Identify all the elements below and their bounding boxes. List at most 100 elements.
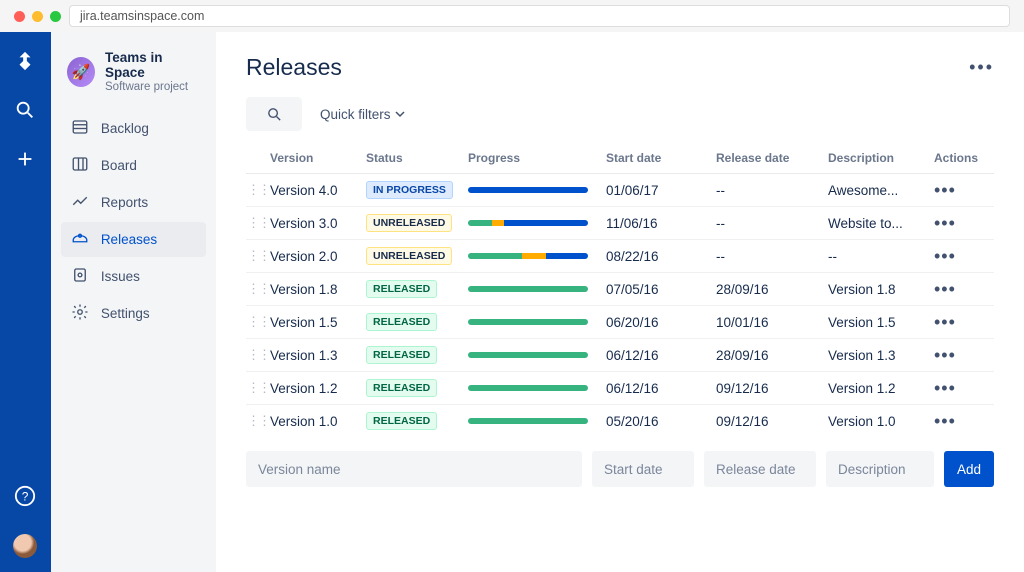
row-actions-icon[interactable]: ••• — [934, 412, 994, 430]
help-icon[interactable]: ? — [14, 485, 36, 512]
drag-handle-icon[interactable] — [246, 413, 270, 429]
jira-logo-icon[interactable] — [14, 50, 36, 77]
create-icon[interactable] — [14, 148, 36, 175]
row-actions-icon[interactable]: ••• — [934, 379, 994, 397]
page-title: Releases — [246, 54, 342, 81]
drag-handle-icon[interactable] — [246, 248, 270, 264]
add-button[interactable]: Add — [944, 451, 994, 487]
row-actions-icon[interactable]: ••• — [934, 214, 994, 232]
status-cell: RELEASED — [366, 412, 468, 430]
col-description: Description — [828, 151, 934, 165]
releases-table: Version Status Progress Start date Relea… — [246, 143, 994, 437]
table-header: Version Status Progress Start date Relea… — [246, 143, 994, 173]
row-actions-icon[interactable]: ••• — [934, 346, 994, 364]
add-release-form: Add — [246, 451, 994, 487]
status-cell: UNRELEASED — [366, 247, 468, 265]
description-cell: Version 1.3 — [828, 348, 934, 363]
progress-bar — [468, 352, 588, 358]
table-row: Version 1.2RELEASED06/12/1609/12/16Versi… — [246, 371, 994, 404]
version-cell: Version 1.3 — [270, 348, 366, 363]
progress-cell — [468, 319, 606, 325]
col-release: Release date — [716, 151, 828, 165]
search-icon[interactable] — [14, 99, 36, 126]
ship-icon — [71, 229, 89, 250]
maximize-window-icon[interactable] — [50, 11, 61, 22]
description-cell: Version 1.0 — [828, 414, 934, 429]
sidebar-item-board[interactable]: Board — [61, 148, 206, 183]
progress-cell — [468, 286, 606, 292]
release-date-input[interactable] — [704, 451, 816, 487]
quick-filters-label: Quick filters — [320, 107, 391, 122]
version-cell: Version 1.5 — [270, 315, 366, 330]
row-actions-icon[interactable]: ••• — [934, 313, 994, 331]
release-date-cell: -- — [716, 183, 828, 198]
version-name-input[interactable] — [246, 451, 582, 487]
status-cell: RELEASED — [366, 379, 468, 397]
close-window-icon[interactable] — [14, 11, 25, 22]
global-nav-rail: ? — [0, 32, 51, 572]
project-name: Teams in Space — [105, 50, 200, 80]
status-badge: RELEASED — [366, 313, 437, 331]
status-cell: UNRELEASED — [366, 214, 468, 232]
sidebar-item-backlog[interactable]: Backlog — [61, 111, 206, 146]
status-badge: RELEASED — [366, 379, 437, 397]
drag-handle-icon[interactable] — [246, 281, 270, 297]
start-date-cell: 08/22/16 — [606, 249, 716, 264]
sidebar-item-label: Reports — [101, 195, 148, 210]
url-bar[interactable]: jira.teamsinspace.com — [69, 5, 1010, 27]
status-badge: UNRELEASED — [366, 247, 452, 265]
sidebar-item-label: Board — [101, 158, 137, 173]
sidebar-item-settings[interactable]: Settings — [61, 296, 206, 331]
progress-bar — [468, 220, 588, 226]
release-date-cell: -- — [716, 216, 828, 231]
quick-filters-dropdown[interactable]: Quick filters — [320, 107, 405, 122]
search-releases-button[interactable] — [246, 97, 302, 131]
col-progress: Progress — [468, 151, 606, 165]
release-date-cell: 10/01/16 — [716, 315, 828, 330]
progress-bar — [468, 385, 588, 391]
sidebar-item-reports[interactable]: Reports — [61, 185, 206, 220]
description-cell: Version 1.2 — [828, 381, 934, 396]
drag-handle-icon[interactable] — [246, 215, 270, 231]
row-actions-icon[interactable]: ••• — [934, 247, 994, 265]
table-row: Version 1.5RELEASED06/20/1610/01/16Versi… — [246, 305, 994, 338]
project-subtitle: Software project — [105, 81, 200, 93]
sidebar-item-issues[interactable]: Issues — [61, 259, 206, 294]
drag-handle-icon[interactable] — [246, 182, 270, 198]
status-badge: UNRELEASED — [366, 214, 452, 232]
minimize-window-icon[interactable] — [32, 11, 43, 22]
start-date-cell: 07/05/16 — [606, 282, 716, 297]
project-header[interactable]: 🚀 Teams in Space Software project — [61, 50, 206, 93]
col-start: Start date — [606, 151, 716, 165]
table-row: Version 1.0RELEASED05/20/1609/12/16Versi… — [246, 404, 994, 437]
user-avatar[interactable] — [13, 534, 37, 558]
progress-cell — [468, 220, 606, 226]
table-row: Version 3.0UNRELEASED11/06/16--Website t… — [246, 206, 994, 239]
window-controls — [14, 11, 61, 22]
drag-handle-icon[interactable] — [246, 380, 270, 396]
reports-icon — [71, 192, 89, 213]
board-icon — [71, 155, 89, 176]
sidebar-item-label: Issues — [101, 269, 140, 284]
browser-chrome: jira.teamsinspace.com — [0, 0, 1024, 32]
page-more-actions-icon[interactable]: ••• — [969, 57, 994, 78]
table-row: Version 1.8RELEASED07/05/1628/09/16Versi… — [246, 272, 994, 305]
progress-cell — [468, 418, 606, 424]
start-date-cell: 06/12/16 — [606, 381, 716, 396]
col-status: Status — [366, 151, 468, 165]
release-date-cell: 28/09/16 — [716, 348, 828, 363]
row-actions-icon[interactable]: ••• — [934, 181, 994, 199]
description-cell: Website to... — [828, 216, 934, 231]
description-input[interactable] — [826, 451, 934, 487]
version-cell: Version 4.0 — [270, 183, 366, 198]
start-date-input[interactable] — [592, 451, 694, 487]
table-row: Version 2.0UNRELEASED08/22/16----••• — [246, 239, 994, 272]
row-actions-icon[interactable]: ••• — [934, 280, 994, 298]
sidebar-item-releases[interactable]: Releases — [61, 222, 206, 257]
status-cell: RELEASED — [366, 313, 468, 331]
drag-handle-icon[interactable] — [246, 347, 270, 363]
progress-bar — [468, 418, 588, 424]
drag-handle-icon[interactable] — [246, 314, 270, 330]
progress-bar — [468, 187, 588, 193]
status-cell: RELEASED — [366, 346, 468, 364]
